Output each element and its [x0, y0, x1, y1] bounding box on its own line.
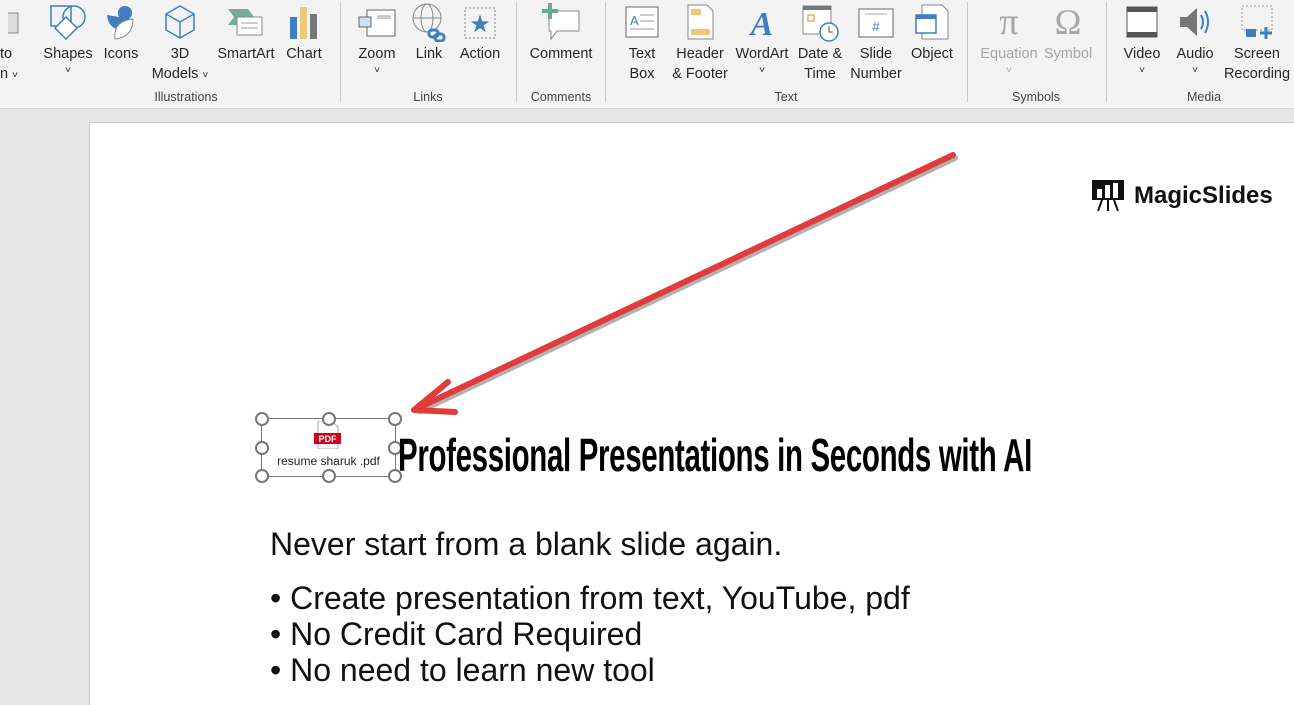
resize-handle[interactable]	[255, 441, 269, 455]
resize-handle[interactable]	[322, 469, 336, 483]
resize-handle[interactable]	[388, 412, 402, 426]
resize-handle[interactable]	[255, 412, 269, 426]
resize-handle[interactable]	[255, 469, 269, 483]
slide-title[interactable]: Professional Presentations in Seconds wi…	[398, 428, 1032, 482]
slide-subtitle[interactable]: Never start from a blank slide again.	[270, 526, 782, 563]
resize-handle[interactable]	[322, 412, 336, 426]
bullet-item[interactable]: • No need to learn new tool	[270, 652, 655, 689]
svg-text:PDF: PDF	[319, 434, 338, 444]
bullet-item[interactable]: • Create presentation from text, YouTube…	[270, 580, 910, 617]
bullet-item[interactable]: • No Credit Card Required	[270, 616, 642, 653]
attachment-filename: resume sharuk .pdf	[277, 454, 380, 468]
